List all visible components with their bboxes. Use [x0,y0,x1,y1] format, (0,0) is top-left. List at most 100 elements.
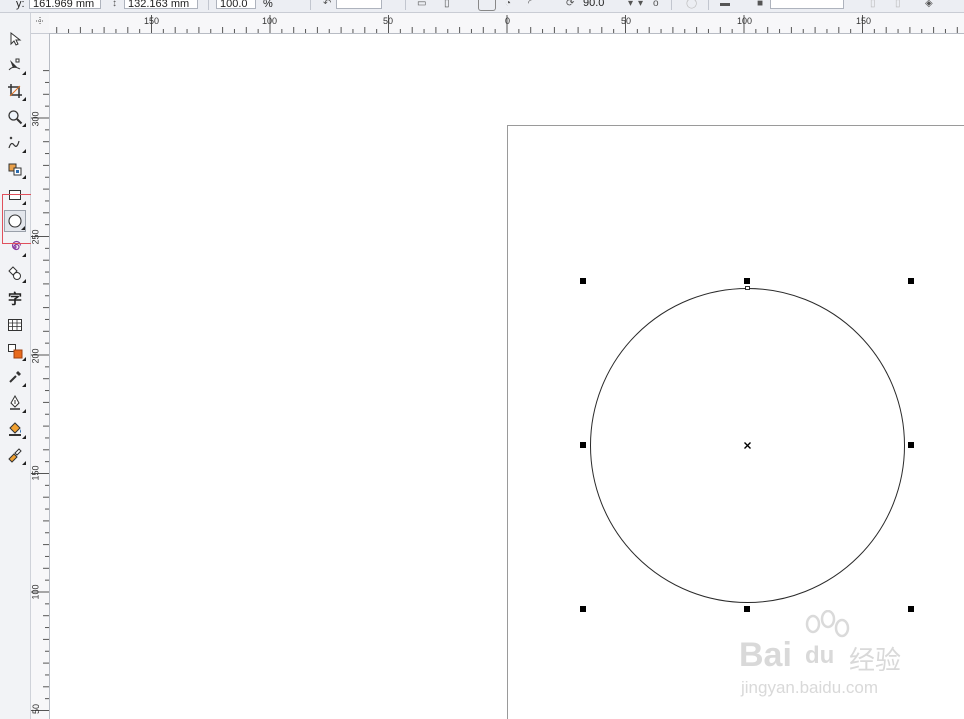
h-ruler-label: 150 [144,16,160,26]
v-ruler-label: 100 [30,584,41,600]
watermark-brand-suffix: du [805,642,835,669]
ruler-origin-icon [36,17,44,25]
start-angle-field[interactable]: 90.0 [580,0,624,9]
selection-handle-right[interactable] [908,442,914,448]
selection-handle-left[interactable] [580,442,586,448]
watermark-brand: Bai [739,636,792,674]
separator [671,0,672,10]
mirror-horizontal-icon[interactable]: ▭ [417,0,426,9]
shape-edit-icon [8,58,21,71]
text-icon: 字 [8,292,22,308]
flyout-arrow-icon [22,123,26,127]
scale-unit: % [263,0,273,10]
flyout-arrow-icon [22,97,26,101]
flyout-arrow-icon [22,357,26,361]
crop-icon [8,84,22,98]
zoom-tool[interactable] [4,106,26,128]
y-position-field[interactable]: 161.969 mm [29,0,101,10]
v-ruler-label: 50 [31,703,42,715]
scale-field[interactable]: 100.0 [216,0,256,10]
center-marker-icon [744,442,751,449]
convert-to-curves-icon[interactable]: ◈ [925,0,933,9]
h-ruler-label: 50 [383,16,394,26]
ellipse-node[interactable] [745,286,750,290]
freehand-tool[interactable] [4,132,26,154]
flyout-arrow-icon [22,175,26,179]
freehand-curve-icon [8,136,20,149]
direction-icon[interactable]: ő [653,0,659,9]
separator [708,0,709,10]
object-height-field[interactable]: 132.163 mm [124,0,198,10]
separator [208,0,209,10]
h-ruler-label: 150 [856,16,872,26]
eyedropper-tool[interactable] [4,366,26,388]
angle-spinner-icon[interactable]: ▾ [628,0,633,9]
outline-width-field[interactable] [770,0,844,9]
vertical-ruler[interactable]: 300 250 200 150 100 50 [31,34,50,719]
horizontal-ruler[interactable]: 150 100 50 0 50 100 150 [49,13,964,34]
selection-handle-top-right[interactable] [908,278,914,284]
rotation-small-icon: ↶ [323,0,332,9]
flyout-arrow-icon [22,279,26,283]
interactive-fill-tool[interactable] [4,444,26,466]
ellipse-mode-button[interactable] [478,0,496,11]
paint-bucket-icon [9,422,21,436]
flyout-arrow-icon [22,253,26,257]
v-ruler-label: 200 [30,348,41,364]
h-ruler-label: 50 [621,16,632,26]
basic-shapes-tool[interactable] [4,262,26,284]
ruler-origin[interactable] [31,13,50,34]
vertical-ruler-ticks [31,70,49,711]
flyout-arrow-icon [22,71,26,75]
to-front-icon[interactable]: ▯ [870,0,876,9]
y-label: y: [16,0,25,10]
toolbox: 字 [0,13,31,719]
angle-spinner-icon-2[interactable]: ▾ [638,0,643,9]
wrap-icon[interactable]: ◯ [686,0,697,9]
separator [310,0,311,10]
blend-icon [8,344,23,359]
blank-field[interactable] [336,0,382,9]
v-ruler-label: 250 [30,229,41,245]
shape-tool[interactable] [4,54,26,76]
separator [405,0,406,10]
angle-icon: ⟳ [566,0,575,9]
pointer-arrow-icon [10,31,22,46]
flyout-arrow-icon [22,383,26,387]
fill-tool[interactable] [4,418,26,440]
outline-style-icon[interactable]: ▬ [720,0,730,9]
interactive-tool[interactable] [4,340,26,362]
mirror-vertical-icon[interactable]: ▯ [444,0,450,9]
pick-tool[interactable] [4,28,26,50]
crop-tool[interactable] [4,80,26,102]
flyout-arrow-icon [22,435,26,439]
eyedropper-icon [9,371,21,383]
table-grid-icon [8,319,22,331]
selection-handle-top[interactable] [744,278,750,284]
v-ruler-label: 150 [30,465,41,481]
magnifier-icon [8,110,23,125]
h-ruler-label: 100 [737,16,753,26]
height-icon: ↕ [112,0,117,9]
watermark-url: jingyan.baidu.com [741,678,879,697]
to-back-icon[interactable]: ▯ [895,0,901,9]
outline-tool[interactable] [4,392,26,414]
pie-mode-icon[interactable]: ◔ [505,0,511,9]
outline-width-icon[interactable]: ■ [757,0,763,9]
selection-handle-top-left[interactable] [580,278,586,284]
basic-shapes-icon [8,266,21,280]
h-ruler-label: 0 [505,16,511,26]
pen-nib-icon [10,395,20,410]
selection-handle-bottom-left[interactable] [580,606,586,612]
text-tool[interactable]: 字 [4,288,26,310]
smart-fill-tool[interactable] [4,158,26,180]
watermark: Bai du 经验 jingyan.baidu.com [735,610,935,702]
table-tool[interactable] [4,314,26,336]
property-bar: y: 161.969 mm ↕ 132.163 mm 100.0 % ↶ ▭ ▯… [0,0,964,13]
h-ruler-label: 100 [262,16,278,26]
v-ruler-label: 300 [30,111,41,127]
interactive-fill-icon [8,448,22,463]
watermark-product: 经验 [849,646,902,676]
smart-fill-icon [8,163,22,176]
arc-mode-icon[interactable]: ◜ [528,0,532,9]
